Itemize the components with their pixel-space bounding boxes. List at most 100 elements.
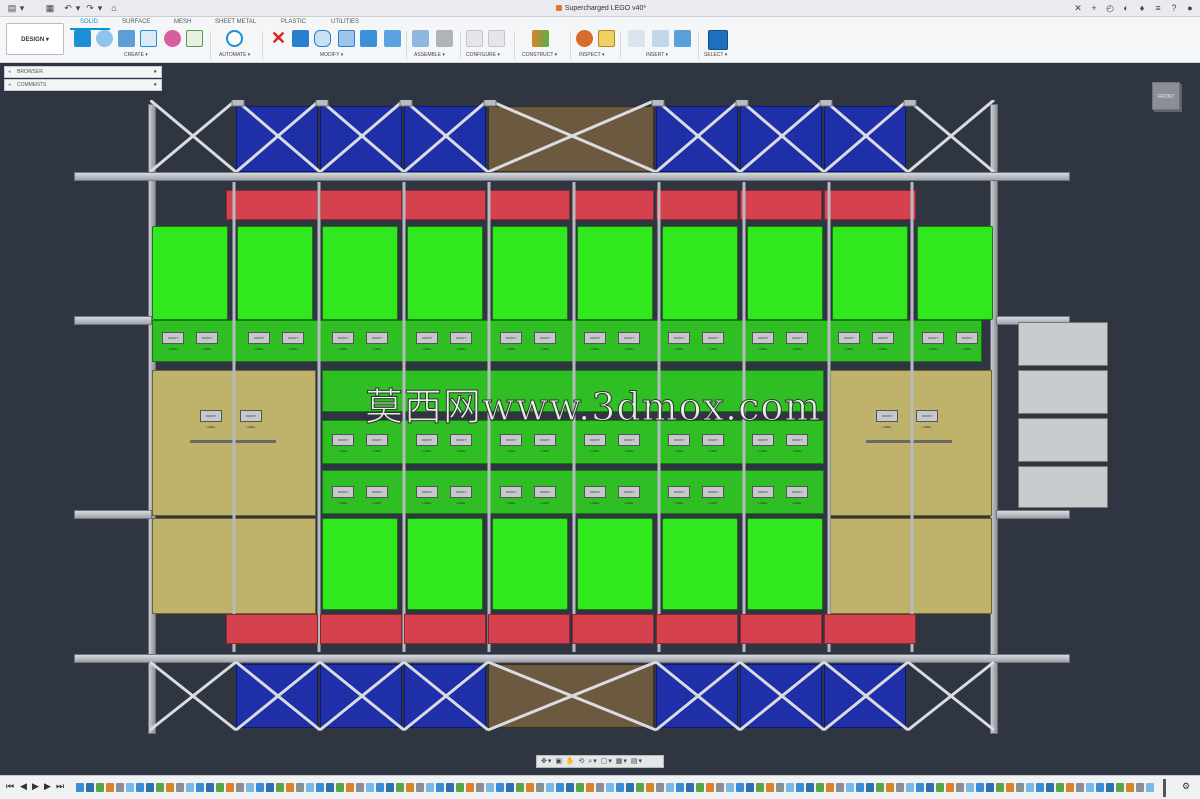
timeline-feature-icon[interactable] bbox=[116, 783, 124, 792]
timeline-feature-icon[interactable] bbox=[1056, 783, 1064, 792]
timeline-feature-icon[interactable] bbox=[286, 783, 294, 792]
timeline-feature-icon[interactable] bbox=[366, 783, 374, 792]
press-pull-icon[interactable] bbox=[292, 30, 309, 47]
timeline-feature-icon[interactable] bbox=[806, 783, 814, 792]
section-analysis-icon[interactable] bbox=[598, 30, 615, 47]
timeline-feature-icon[interactable] bbox=[176, 783, 184, 792]
timeline-feature-icon[interactable] bbox=[786, 783, 794, 792]
save-icon[interactable]: ▦ bbox=[44, 2, 56, 15]
timeline-feature-icon[interactable] bbox=[106, 783, 114, 792]
timeline-feature-icon[interactable] bbox=[126, 783, 134, 792]
timeline-feature-icon[interactable] bbox=[796, 783, 804, 792]
notifications-icon[interactable]: ♦ bbox=[1136, 2, 1148, 15]
timeline-feature-icon[interactable] bbox=[596, 783, 604, 792]
timeline-feature-icon[interactable] bbox=[296, 783, 304, 792]
joint-icon[interactable] bbox=[436, 30, 453, 47]
redo-chevron-icon[interactable]: ▾ bbox=[96, 2, 104, 15]
timeline-feature-icon[interactable] bbox=[256, 783, 264, 792]
timeline-feature-icon[interactable] bbox=[606, 783, 614, 792]
timeline-feature-icon[interactable] bbox=[536, 783, 544, 792]
model-canvas[interactable]: FRONT LABEL FRONT LABEL FRONT LABEL FRON… bbox=[0, 64, 1200, 769]
timeline-feature-icon[interactable] bbox=[646, 783, 654, 792]
timeline-feature-icon[interactable] bbox=[136, 783, 144, 792]
timeline-feature-icon[interactable] bbox=[496, 783, 504, 792]
help-icon[interactable]: ? bbox=[1168, 2, 1180, 15]
measure-icon[interactable] bbox=[576, 30, 593, 47]
timeline-feature-icon[interactable] bbox=[636, 783, 644, 792]
timeline-feature-icon[interactable] bbox=[626, 783, 634, 792]
job-status-icon[interactable]: ◴ bbox=[1104, 2, 1116, 15]
workspace-switcher-button[interactable]: DESIGN ▾ bbox=[6, 23, 64, 55]
timeline-feature-icon[interactable] bbox=[996, 783, 1004, 792]
timeline-feature-icon[interactable] bbox=[76, 783, 84, 792]
timeline-feature-icon[interactable] bbox=[556, 783, 564, 792]
timeline-feature-icon[interactable] bbox=[746, 783, 754, 792]
timeline-feature-icon[interactable] bbox=[936, 783, 944, 792]
inspect-menu[interactable]: INSPECT ▾ bbox=[579, 52, 604, 58]
data-panel-icon[interactable]: ▤ bbox=[6, 2, 18, 15]
timeline-feature-icon[interactable] bbox=[146, 783, 154, 792]
timeline-feature-icon[interactable] bbox=[476, 783, 484, 792]
timeline-feature-icon[interactable] bbox=[346, 783, 354, 792]
timeline-feature-icon[interactable] bbox=[526, 783, 534, 792]
sketch-icon[interactable] bbox=[96, 30, 113, 47]
derive-icon[interactable] bbox=[186, 30, 203, 47]
insert-derive-icon[interactable] bbox=[628, 30, 645, 47]
select-icon[interactable] bbox=[708, 30, 728, 50]
timeline-feature-icon[interactable] bbox=[156, 783, 164, 792]
timeline-feature-icon[interactable] bbox=[836, 783, 844, 792]
form-icon[interactable] bbox=[164, 30, 181, 47]
timeline-feature-icon[interactable] bbox=[956, 783, 964, 792]
timeline-feature-icon[interactable] bbox=[376, 783, 384, 792]
timeline-feature-icon[interactable] bbox=[166, 783, 174, 792]
undo-icon[interactable]: ↶ bbox=[62, 2, 74, 15]
timeline-feature-icon[interactable] bbox=[206, 783, 214, 792]
timeline-feature-icon[interactable] bbox=[1036, 783, 1044, 792]
timeline-feature-icon[interactable] bbox=[656, 783, 664, 792]
timeline-feature-icon[interactable] bbox=[546, 783, 554, 792]
timeline-feature-icon[interactable] bbox=[616, 783, 624, 792]
insert-mesh-icon[interactable] bbox=[652, 30, 669, 47]
close-tab-icon[interactable]: ✕ bbox=[1072, 2, 1084, 15]
timeline-feature-icon[interactable] bbox=[356, 783, 364, 792]
timeline-feature-icon[interactable] bbox=[986, 783, 994, 792]
timeline-feature-icon[interactable] bbox=[1096, 783, 1104, 792]
timeline-feature-icon[interactable] bbox=[586, 783, 594, 792]
timeline-feature-icon[interactable] bbox=[1066, 783, 1074, 792]
timeline-feature-icon[interactable] bbox=[336, 783, 344, 792]
timeline-feature-icon[interactable] bbox=[716, 783, 724, 792]
timeline-feature-icon[interactable] bbox=[326, 783, 334, 792]
timeline-play-button[interactable]: ▶ bbox=[32, 781, 39, 792]
timeline-feature-icon[interactable] bbox=[946, 783, 954, 792]
timeline-feature-icon[interactable] bbox=[766, 783, 774, 792]
combine-icon[interactable] bbox=[360, 30, 377, 47]
construct-menu[interactable]: CONSTRUCT ▾ bbox=[522, 52, 557, 58]
timeline-feature-icon[interactable] bbox=[306, 783, 314, 792]
timeline-marker[interactable] bbox=[1163, 779, 1166, 797]
timeline-feature-icon[interactable] bbox=[1116, 783, 1124, 792]
configure-icon[interactable] bbox=[488, 30, 505, 47]
insert-canvas-icon[interactable] bbox=[674, 30, 691, 47]
configure-table-icon[interactable] bbox=[466, 30, 483, 47]
timeline-feature-icon[interactable] bbox=[1126, 783, 1134, 792]
timeline-feature-icon[interactable] bbox=[1106, 783, 1114, 792]
new-component-icon[interactable] bbox=[74, 30, 91, 47]
timeline-feature-icon[interactable] bbox=[386, 783, 394, 792]
configure-menu[interactable]: CONFIGURE ▾ bbox=[466, 52, 500, 58]
timeline-feature-icon[interactable] bbox=[446, 783, 454, 792]
timeline-feature-icon[interactable] bbox=[1016, 783, 1024, 792]
modify-menu[interactable]: MODIFY ▾ bbox=[320, 52, 343, 58]
timeline-feature-icon[interactable] bbox=[966, 783, 974, 792]
box-icon[interactable] bbox=[140, 30, 157, 47]
menu-icon[interactable]: ≡ bbox=[1152, 2, 1164, 15]
navigation-bar[interactable]: ✥▾ ▣ ✋ ⟲ ⌕▾ ▢▾ ▦▾ ▤▾ bbox=[536, 755, 664, 768]
timeline-feature-icon[interactable] bbox=[466, 783, 474, 792]
delete-icon[interactable]: ✕ bbox=[270, 29, 287, 47]
fillet-icon[interactable] bbox=[314, 30, 331, 47]
tab-utilities[interactable]: UTILITIES bbox=[331, 19, 359, 25]
chamfer-icon[interactable] bbox=[338, 30, 355, 47]
timeline-feature-icon[interactable] bbox=[566, 783, 574, 792]
timeline-feature-icon[interactable] bbox=[816, 783, 824, 792]
new-tab-icon[interactable]: + bbox=[1088, 2, 1100, 15]
undo-chevron-icon[interactable]: ▾ bbox=[74, 2, 82, 15]
